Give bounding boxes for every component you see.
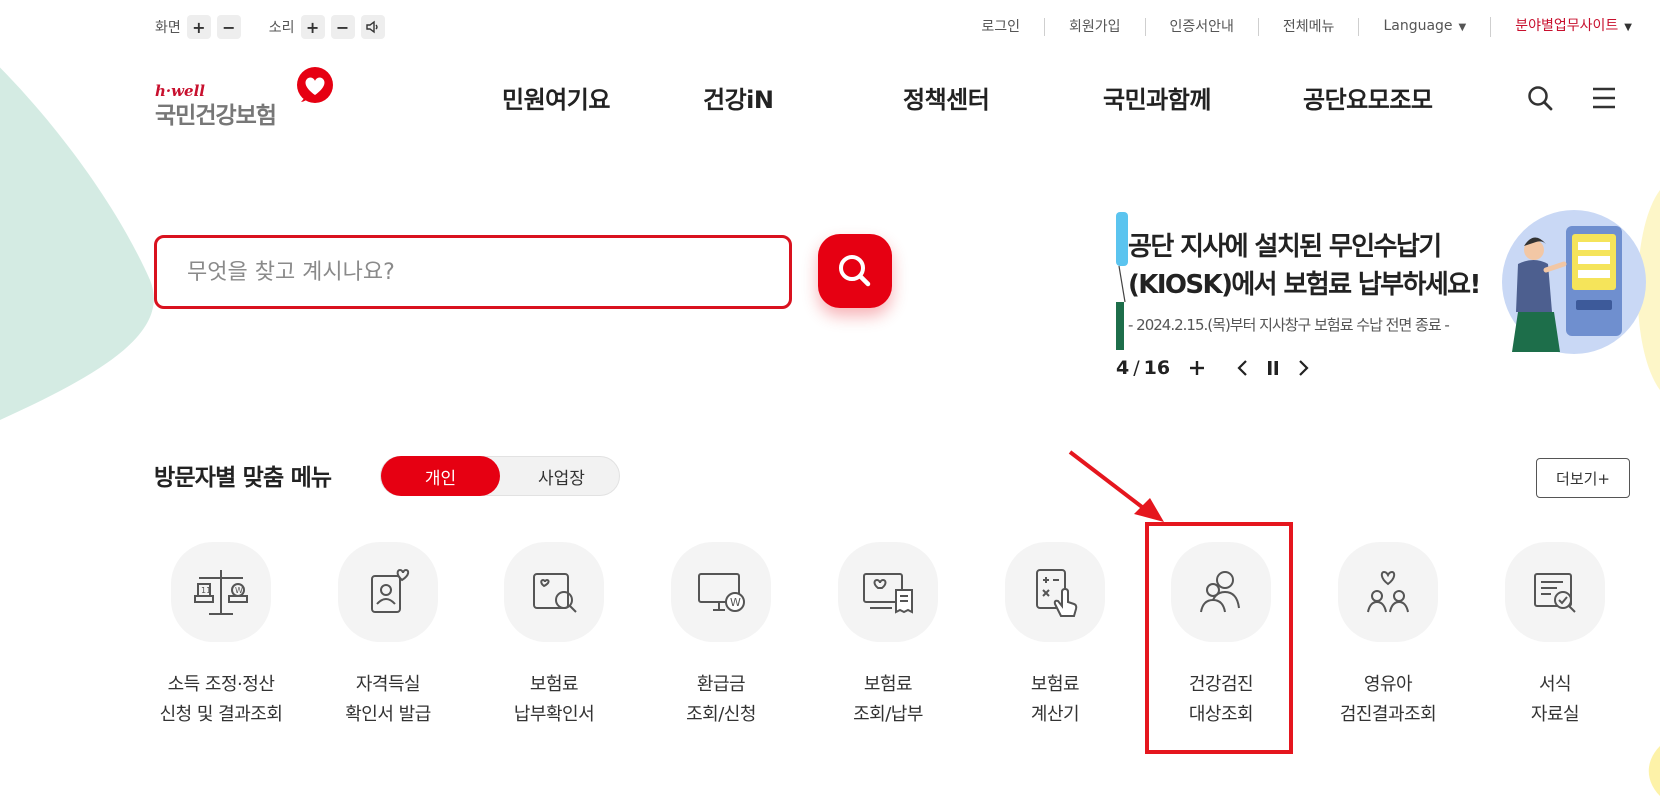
quick-menu-item[interactable]: 보험료 조회/납부 <box>808 542 968 730</box>
quick-menu-label: 보험료 납부확인서 <box>513 674 595 725</box>
login-link[interactable]: 로그인 <box>957 18 1045 36</box>
notice-banner[interactable]: 공단 지사에 설치된 무인수납기 (KIOSK)에서 보험료 납부하세요! - … <box>1116 210 1660 380</box>
kiosk-illustration <box>1502 210 1646 354</box>
chevron-left-icon <box>1237 360 1247 376</box>
business-sites-dropdown[interactable]: 분야별업무사이트 ▼ <box>1491 17 1632 37</box>
volume-up-button[interactable]: + <box>300 15 325 39</box>
banner-title: 공단 지사에 설치된 무인수납기 (KIOSK)에서 보험료 납부하세요! <box>1128 232 1481 300</box>
quick-menu-item[interactable]: 영유아 검진결과조회 <box>1308 542 1468 730</box>
banner-controls: 4 / 16 <box>1116 355 1316 381</box>
banner-subtitle: - 2024.2.15.(목)부터 지사창구 보험료 수납 전면 종료 - <box>1128 316 1450 334</box>
nav-policy-center[interactable]: 정책센터 <box>903 80 990 115</box>
certificate-guide-link[interactable]: 인증서안내 <box>1146 18 1259 36</box>
monitor-receipt-icon <box>863 573 913 614</box>
next-slide-button[interactable] <box>1290 355 1316 381</box>
search-icon[interactable] <box>1526 84 1554 112</box>
visitor-menu-title: 방문자별 맞춤 메뉴 <box>154 465 332 491</box>
speaker-icon <box>365 20 378 34</box>
signup-link[interactable]: 회원가입 <box>1045 18 1146 36</box>
page: 화면 + − 소리 + − 로그인 회원가입 인증서안내 전체메뉴 Langua… <box>0 0 1660 796</box>
toggle-individual[interactable]: 개인 <box>381 456 500 496</box>
svg-text:11: 11 <box>201 586 211 595</box>
id-card-heart-icon <box>371 568 410 613</box>
nav-health-in[interactable]: 건강iN <box>703 80 774 115</box>
quick-menu-item[interactable]: W 환급금 조회/신청 <box>641 542 801 730</box>
nav-about-nhis[interactable]: 공단요모조모 <box>1303 80 1433 115</box>
hamburger-menu-icon[interactable] <box>1590 84 1618 112</box>
calculator-hand-icon <box>1036 569 1078 617</box>
family-heart-icon <box>1367 570 1409 613</box>
nav-with-public[interactable]: 국민과함께 <box>1103 80 1211 115</box>
slide-counter: 4 / 16 <box>1116 357 1171 379</box>
form-search-icon <box>1534 573 1576 613</box>
zoom-in-button[interactable]: + <box>186 15 211 39</box>
visitor-type-toggle: 개인 사업장 <box>380 456 620 496</box>
speaker-button[interactable] <box>360 15 385 39</box>
quick-menu-label: 자격득실 확인서 발급 <box>345 674 431 725</box>
current-slide: 4 <box>1116 357 1130 379</box>
previous-slide-edge <box>1116 212 1128 350</box>
main-navigation: 민원여기요 건강iN 정책센터 국민과함께 공단요모조모 <box>0 80 1660 120</box>
volume-down-button[interactable]: − <box>330 15 355 39</box>
annotation-arrow <box>1068 450 1164 522</box>
monitor-won-icon: W <box>698 573 745 612</box>
view-all-slides-button[interactable] <box>1184 355 1210 381</box>
pause-slide-button[interactable] <box>1260 355 1286 381</box>
quick-menu-label: 보험료 계산기 <box>1030 674 1080 725</box>
quick-menu-item[interactable]: 서식 자료실 <box>1475 542 1635 730</box>
top-links: 로그인 회원가입 인증서안내 전체메뉴 Language ▼ 분야별업무사이트 ▼ <box>957 14 1632 40</box>
caret-down-icon: ▼ <box>1624 22 1632 33</box>
nav-civil-service[interactable]: 민원여기요 <box>502 80 610 115</box>
screen-zoom-label: 화면 <box>155 20 181 36</box>
search-box <box>154 235 792 309</box>
caret-down-icon: ▼ <box>1458 22 1467 33</box>
search-input[interactable] <box>187 238 747 306</box>
previous-slide-button[interactable] <box>1230 355 1256 381</box>
toggle-business[interactable]: 사업장 <box>503 457 620 495</box>
decorative-yellow-corner <box>1648 746 1660 796</box>
pause-icon <box>1268 361 1279 375</box>
svg-text:W: W <box>235 586 243 595</box>
quick-menu-item[interactable]: 보험료 계산기 <box>975 542 1135 730</box>
scale-icon: 11 W <box>194 570 248 615</box>
all-menu-link[interactable]: 전체메뉴 <box>1259 18 1360 36</box>
search-icon <box>839 255 871 287</box>
more-button[interactable]: 더보기+ <box>1536 458 1630 498</box>
quick-menu-label: 소득 조정·정산 신청 및 결과조회 <box>159 674 283 725</box>
annotation-highlight-box <box>1145 522 1293 754</box>
quick-menu-item[interactable]: 11 W 소득 조정·정산 신청 및 결과조회 <box>141 542 301 730</box>
quick-menu-item[interactable]: 보험료 납부확인서 <box>474 542 634 730</box>
plus-icon <box>1190 361 1205 375</box>
language-dropdown[interactable]: Language ▼ <box>1359 17 1492 37</box>
quick-menu-label: 서식 자료실 <box>1530 674 1580 725</box>
search-button[interactable] <box>818 234 892 308</box>
quick-menu-item[interactable]: 자격득실 확인서 발급 <box>308 542 468 730</box>
sound-label: 소리 <box>268 20 295 36</box>
zoom-out-button[interactable]: − <box>216 15 241 39</box>
quick-menu-label: 환급금 조회/신청 <box>686 674 756 725</box>
accessibility-controls: 화면 + − 소리 + − <box>155 14 391 40</box>
document-search-icon <box>533 573 577 613</box>
total-slides: 16 <box>1143 357 1171 379</box>
svg-text:W: W <box>730 596 741 609</box>
quick-menu-label: 보험료 조회/납부 <box>853 674 923 725</box>
quick-menu-label: 영유아 검진결과조회 <box>1339 674 1437 725</box>
chevron-right-icon <box>1299 360 1309 376</box>
